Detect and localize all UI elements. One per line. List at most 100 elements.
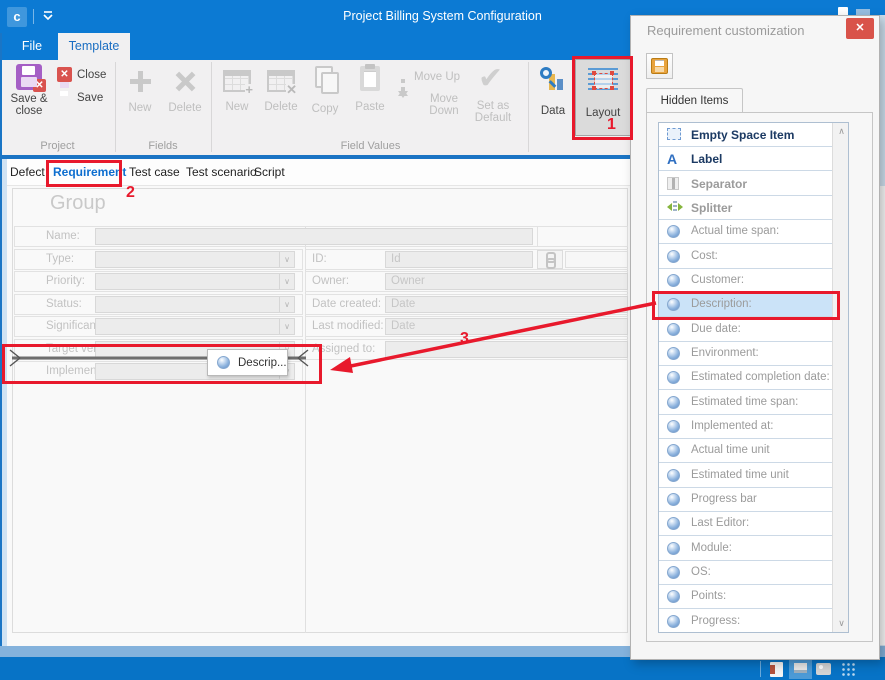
scroll-down-icon[interactable]: ∨ [833,615,849,632]
sphere-icon [667,396,680,409]
list-item-environment[interactable]: Environment: [659,342,832,366]
list-item-points[interactable]: Points: [659,585,832,609]
move-down-button[interactable]: Move Down [396,92,474,108]
list-item-estimated-time-span[interactable]: Estimated time span: [659,391,832,415]
plus-icon [127,68,153,94]
save-and-close-button[interactable]: ✕ Save & close [6,62,52,136]
sphere-icon [667,420,680,433]
date-created-placeholder: Date [386,297,627,312]
fields-delete-button[interactable]: Delete [163,64,207,124]
owner-input[interactable]: Owner [385,273,628,290]
sphere-icon [667,590,680,603]
list-item-implemented-at[interactable]: Implemented at: [659,415,832,439]
delete-x-icon [172,68,198,94]
list-item-os[interactable]: OS: [659,561,832,585]
list-item-due-date[interactable]: Due date: [659,318,832,342]
panel-title: Requirement customization [647,23,805,38]
table-delete-icon: ✕ [267,70,295,92]
list-item-progress[interactable]: Progress: [659,610,832,633]
copy-label: Copy [304,103,346,115]
sphere-icon [667,542,680,555]
list-item-estimated-completion-date[interactable]: Estimated completion date: [659,366,832,390]
copy-icon [312,66,338,92]
chevron-down-icon[interactable] [279,274,294,289]
data-button[interactable]: Data [533,64,573,126]
save-close-label-line1: Save & [6,93,52,105]
move-down-label: Move Down [414,93,474,117]
fields-new-button[interactable]: New [120,64,160,124]
field-label-last-modified: Last modified: [312,320,384,332]
tab-test-case[interactable]: Test case [129,165,180,179]
table-new-icon: + [223,70,251,92]
last-modified-input[interactable]: Date [385,318,628,335]
empty-space-icon [667,128,681,140]
assigned-to-combobox[interactable] [385,341,628,358]
sphere-icon [667,517,680,530]
values-delete-label: Delete [260,101,302,113]
tray-photos-icon[interactable] [816,663,831,675]
list-scrollbar[interactable]: ∧ ∨ [832,123,849,632]
close-x-icon [57,67,72,82]
significance-combobox[interactable] [95,318,295,335]
type-combobox[interactable] [95,251,295,268]
chevron-down-icon[interactable] [279,252,294,267]
save-close-label-line2: close [6,105,52,117]
paste-button[interactable]: Paste [348,64,392,124]
set-as-default-button[interactable]: Set as Default [466,64,520,134]
taskbar [0,657,885,680]
tray-network-icon[interactable] [841,662,857,677]
tray-active-app-icon[interactable] [789,659,812,679]
paste-icon [360,66,380,91]
chain-icon [545,252,555,267]
tab-script[interactable]: Script [254,165,285,179]
save-button[interactable]: Save [57,90,113,108]
status-combobox[interactable] [95,296,295,313]
tray-separator [760,661,761,677]
list-item-actual-time-span[interactable]: Actual time span: [659,220,832,244]
list-item-splitter[interactable]: Splitter [659,196,832,220]
field-label-owner: Owner: [312,275,349,287]
panel-save-button[interactable] [646,53,673,79]
field-label-priority: Priority: [46,275,85,287]
close-label: Close [77,69,106,81]
set-default-label-line1: Set as [466,100,520,112]
id-input[interactable]: Id [385,251,533,268]
tab-test-scenario[interactable]: Test scenario [186,165,257,179]
move-up-button[interactable]: Move Up [396,70,466,86]
list-item-cost[interactable]: Cost: [659,245,832,269]
chevron-down-icon[interactable] [279,297,294,312]
sphere-icon [667,274,680,287]
move-up-label: Move Up [414,71,460,83]
list-item-customer[interactable]: Customer: [659,269,832,293]
tab-file[interactable]: File [10,33,54,60]
date-created-input[interactable]: Date [385,296,628,313]
list-item-label[interactable]: Label [659,147,832,171]
list-item-progress-bar[interactable]: Progress bar [659,488,832,512]
scroll-up-icon[interactable]: ∧ [833,123,849,140]
list-item-empty-space[interactable]: Empty Space Item [659,123,832,147]
list-item-last-editor[interactable]: Last Editor: [659,512,832,536]
chevron-down-icon[interactable] [279,319,294,334]
tab-defect[interactable]: Defect [10,165,45,179]
annotation-number-3: 3 [460,330,469,348]
panel-close-button[interactable]: ✕ [846,18,874,39]
sphere-icon [667,250,680,263]
list-item-module[interactable]: Module: [659,537,832,561]
list-item-estimated-time-unit[interactable]: Estimated time unit [659,464,832,488]
copy-button[interactable]: Copy [304,64,346,124]
tray-notification-icon[interactable] [770,662,783,677]
values-new-button[interactable]: + New [216,66,258,126]
chain-link-button[interactable] [537,250,563,269]
group-title: Group [50,192,106,215]
separator-icon [667,177,679,190]
list-item-actual-time-unit[interactable]: Actual time unit [659,439,832,463]
priority-combobox[interactable] [95,273,295,290]
tab-template[interactable]: Template [58,33,130,60]
name-input[interactable] [95,228,533,245]
list-item-separator[interactable]: Separator [659,172,832,196]
save-close-icon: ✕ [16,64,42,90]
id-extra-field[interactable] [565,251,628,268]
field-label-id: ID: [312,253,327,265]
tab-hidden-items[interactable]: Hidden Items [646,88,743,113]
values-delete-button[interactable]: ✕ Delete [260,66,302,126]
